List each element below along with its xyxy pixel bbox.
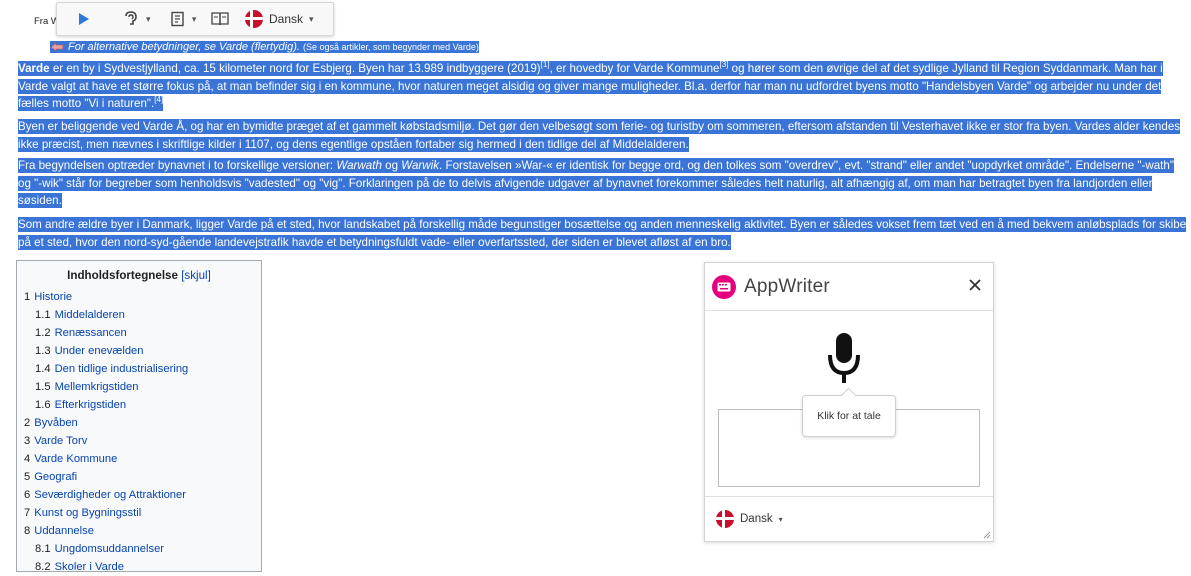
p3-italic-1: Warwath <box>336 159 382 172</box>
appwriter-language-select[interactable]: Dansk ▾ <box>705 496 993 541</box>
play-button[interactable] <box>57 3 112 35</box>
article-subject: Varde <box>18 62 50 75</box>
toc-item[interactable]: 8 Uddannelse <box>17 522 261 540</box>
chevron-down-icon: ▾ <box>778 514 783 524</box>
toc-item-number: 1.5 <box>35 381 51 393</box>
chevron-down-icon: ▾ <box>191 13 197 24</box>
toc-item-number: 1.1 <box>35 309 51 321</box>
toc-header: Indholdsfortegnelse [skjul] <box>17 269 261 282</box>
keyboard-logo-icon <box>712 274 736 299</box>
language-select[interactable]: Dansk ▾ <box>244 3 333 35</box>
appwriter-panel: AppWriter Klik for at tale Dansk ▾ <box>704 262 994 542</box>
toolbar-language-label: Dansk <box>268 12 303 26</box>
toc-list: 1 Historie 1.1 Middelalderen 1.2 Renæssancen 1… <box>17 288 261 576</box>
toc-item-label[interactable]: Uddannelse <box>34 525 94 537</box>
p2-text: Byen er beliggende ved Varde Å, og har e… <box>18 119 1181 152</box>
play-icon <box>79 13 90 25</box>
toc-item-label[interactable]: Middelalderen <box>55 309 125 321</box>
toc-item-label[interactable]: Seværdigheder og Attraktioner <box>34 489 186 501</box>
toc-item[interactable]: 1 Historie <box>17 288 261 306</box>
microphone-icon[interactable] <box>827 331 861 387</box>
hatnote-text[interactable]: For alternative betydninger, se Varde (f… <box>68 41 300 53</box>
toc-item-label[interactable]: Under enevælden <box>55 345 144 357</box>
toc-item-label[interactable]: Renæssancen <box>55 327 127 339</box>
toc-item-label[interactable]: Skoler i Varde <box>55 561 124 573</box>
ref-1[interactable]: [1] <box>541 60 550 69</box>
book-icon <box>211 12 229 26</box>
reader-icon <box>171 11 184 27</box>
toc-item-number: 1.2 <box>35 327 51 339</box>
toc-item[interactable]: 2 Byvåben <box>17 414 261 432</box>
toc-item-label[interactable]: Varde Kommune <box>34 453 117 465</box>
toc-toggle-link[interactable]: [skjul] <box>181 269 211 282</box>
p1-text-a: er en by i Sydvestjylland, ca. 15 kilome… <box>49 62 541 75</box>
toc-item-label[interactable]: Byvåben <box>34 417 78 429</box>
resize-handle-icon[interactable] <box>983 531 991 539</box>
danish-flag-icon <box>716 510 734 528</box>
appwriter-title: AppWriter <box>744 275 830 297</box>
toc-title: Indholdsfortegnelse <box>67 269 178 282</box>
toc-item-number: 1.3 <box>35 345 51 357</box>
speech-icon <box>125 11 137 25</box>
reading-toolbar: ▾ ▾ Dansk ▾ <box>56 2 334 36</box>
ref-4[interactable]: [4] <box>154 95 163 104</box>
toc-item[interactable]: 1.6 Efterkrigstiden <box>17 396 261 414</box>
hatnote: For alternative betydninger, se Varde (f… <box>50 39 479 56</box>
danish-flag-icon <box>244 10 263 28</box>
toc-item-label[interactable]: Den tidlige industrialisering <box>55 363 189 375</box>
speak-tooltip: Klik for at tale <box>802 395 896 437</box>
toc-item-number: 1 <box>24 291 31 303</box>
p3-italic-2: Warwik <box>401 159 440 172</box>
paragraph-location: Byen er beliggende ved Varde Å, og har e… <box>18 118 1188 153</box>
p1-text-b: , er hovedby for Varde Kommune <box>549 62 720 75</box>
close-icon[interactable] <box>965 275 985 295</box>
table-of-contents: Indholdsfortegnelse [skjul] 1 Historie 1.1… <box>16 260 262 573</box>
toc-item[interactable]: 1.5 Mellemkrigstiden <box>17 378 261 396</box>
toc-item[interactable]: 8.1 Ungdomsuddannelser <box>17 540 261 558</box>
disambiguation-icon <box>50 42 64 52</box>
toc-item-number: 6 <box>24 489 31 501</box>
toc-item-number: 4 <box>24 453 31 465</box>
toc-item[interactable]: 6 Seværdigheder og Attraktioner <box>17 486 261 504</box>
toc-item[interactable]: 8.2 Skoler i Varde <box>17 558 261 576</box>
toc-item[interactable]: 7 Kunst og Bygningsstil <box>17 504 261 522</box>
toc-item-label[interactable]: Geografi <box>34 471 77 483</box>
toc-item[interactable]: 5 Geografi <box>17 468 261 486</box>
appwriter-header: AppWriter <box>705 263 993 311</box>
p3-text-b: og <box>381 159 402 172</box>
p3-text-a: Fra begyndelsen optræder bynavnet i to f… <box>18 159 337 172</box>
speech-settings-button[interactable]: ▾ <box>112 3 161 35</box>
toc-item-number: 1.6 <box>35 399 51 411</box>
toc-item-label[interactable]: Historie <box>34 291 72 303</box>
reader-mode-button[interactable]: ▾ <box>161 3 206 35</box>
toc-item-label[interactable]: Mellemkrigstiden <box>55 381 139 393</box>
paragraph-name-origin: Fra begyndelsen optræder bynavnet i to f… <box>18 157 1188 210</box>
toc-item-number: 8.1 <box>35 543 51 555</box>
toc-item[interactable]: 1.3 Under enevælden <box>17 342 261 360</box>
dictionary-button[interactable] <box>206 3 235 35</box>
toc-item-number: 1.4 <box>35 363 51 375</box>
hatnote-small[interactable]: (Se også artikler, som begynder med Vard… <box>303 42 479 52</box>
toc-item-label[interactable]: Efterkrigstiden <box>55 399 127 411</box>
toc-item-number: 8 <box>24 525 31 537</box>
toc-item[interactable]: 1.2 Renæssancen <box>17 324 261 342</box>
toc-item-number: 2 <box>24 417 31 429</box>
toc-item-label[interactable]: Kunst og Bygningsstil <box>34 507 141 519</box>
toc-item-label[interactable]: Varde Torv <box>34 435 87 447</box>
appwriter-language-label: Dansk <box>740 513 773 525</box>
toc-item-number: 3 <box>24 435 31 447</box>
toc-item-number: 7 <box>24 507 31 519</box>
chevron-down-icon: ▾ <box>309 13 314 24</box>
paragraph-intro: Varde er en by i Sydvestjylland, ca. 15 … <box>18 60 1188 113</box>
toc-item[interactable]: 1.4 Den tidlige industrialisering <box>17 360 261 378</box>
toc-item[interactable]: 4 Varde Kommune <box>17 450 261 468</box>
paragraph-landscape: Som andre ældre byer i Danmark, ligger V… <box>18 216 1188 251</box>
chevron-down-icon: ▾ <box>145 13 151 24</box>
p4-text: Som andre ældre byer i Danmark, ligger V… <box>18 217 1187 250</box>
toc-item[interactable]: 3 Varde Torv <box>17 432 261 450</box>
toc-item-number: 5 <box>24 471 31 483</box>
toc-item-label[interactable]: Ungdomsuddannelser <box>55 543 164 555</box>
toc-item[interactable]: 1.1 Middelalderen <box>17 306 261 324</box>
toc-item-number: 8.2 <box>35 561 51 573</box>
